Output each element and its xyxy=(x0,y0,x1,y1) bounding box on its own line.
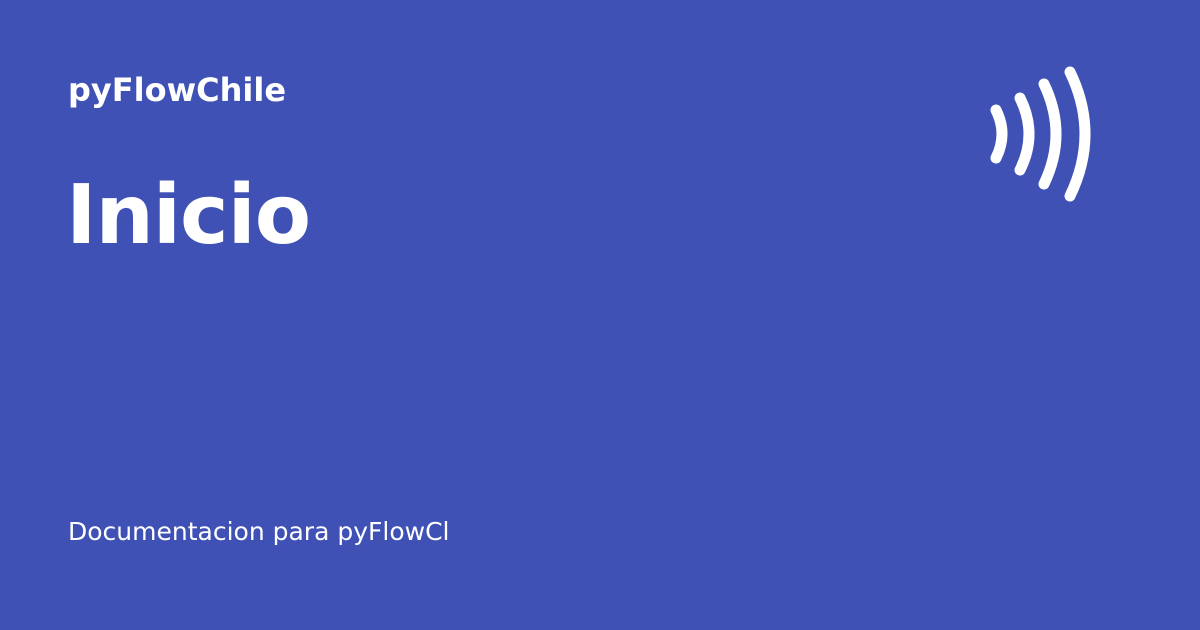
page-description: Documentacion para pyFlowCl xyxy=(68,517,450,546)
wave-arc-3 xyxy=(1038,78,1062,190)
wave-arc-2 xyxy=(1014,92,1035,176)
broadcast-waves-icon xyxy=(990,66,1091,202)
social-card: pyFlowChile Inicio Documentacion para py… xyxy=(0,0,1200,630)
wave-arc-1 xyxy=(990,104,1008,164)
wave-arc-4 xyxy=(1064,66,1091,202)
site-name: pyFlowChile xyxy=(68,71,287,109)
page-title: Inicio xyxy=(66,168,311,263)
